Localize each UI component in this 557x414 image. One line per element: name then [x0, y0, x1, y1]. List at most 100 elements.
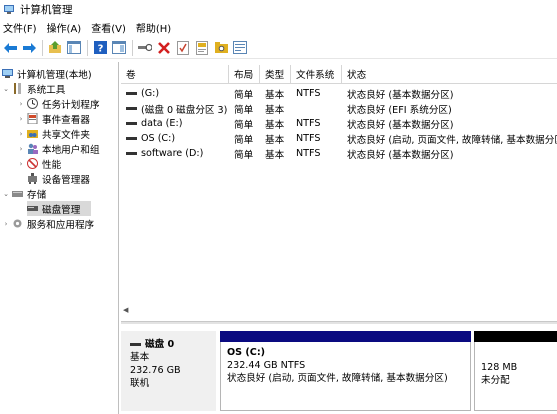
- delete-icon: [158, 41, 170, 54]
- tree-item-local-users[interactable]: › 本地用户和组: [17, 141, 100, 156]
- chevron-right-icon[interactable]: ›: [2, 220, 10, 228]
- help-icon: ?: [93, 41, 107, 55]
- volume-type: 基本: [265, 119, 285, 131]
- svg-text:?: ?: [97, 44, 103, 55]
- shared-folders-icon: [27, 128, 38, 139]
- chevron-right-icon[interactable]: ›: [17, 145, 25, 153]
- column-header-type[interactable]: 类型: [260, 65, 291, 83]
- tree-item-system-tools[interactable]: ⌄ 系统工具: [2, 81, 65, 96]
- volume-name: (G:): [141, 88, 160, 99]
- partition-name: OS (C:): [227, 347, 266, 358]
- volume-name: software (D:): [141, 148, 204, 159]
- volume-status: 状态良好 (启动, 页面文件, 故障转储, 基本数据分区): [347, 134, 557, 146]
- volume-icon: [126, 92, 137, 95]
- tree-item-computer-management[interactable]: 计算机管理(本地): [2, 66, 92, 81]
- connect-icon: [138, 43, 152, 51]
- chevron-right-icon[interactable]: ›: [17, 130, 25, 138]
- menu-bar: 文件(F) 操作(A) 查看(V) 帮助(H): [0, 19, 557, 36]
- column-header-filesystem[interactable]: 文件系统: [291, 65, 342, 83]
- volume-filesystem: NTFS: [296, 118, 321, 129]
- volume-row[interactable]: software (D:) 简单 基本 NTFS 状态良好 (基本数据分区): [121, 146, 557, 161]
- toolbar-separator: [132, 39, 133, 56]
- show-hide-tree-button[interactable]: [66, 40, 82, 56]
- volume-status: 状态良好 (基本数据分区): [347, 149, 454, 161]
- volume-icon: [126, 122, 137, 125]
- menu-help[interactable]: 帮助(H): [131, 20, 176, 35]
- partition-unallocated[interactable]: 128 MB 未分配: [474, 331, 557, 411]
- tree-item-device-manager[interactable]: 设备管理器: [27, 171, 90, 186]
- disk-0-info[interactable]: 磁盘 0 基本 232.76 GB 联机: [121, 331, 216, 411]
- forward-button[interactable]: [21, 40, 37, 56]
- back-button[interactable]: [2, 40, 18, 56]
- disk-graphical-view: 磁盘 0 基本 232.76 GB 联机 OS (C:) 232.44 GB N…: [121, 326, 557, 414]
- volume-icon: [126, 107, 137, 110]
- volume-layout: 简单: [234, 149, 254, 161]
- tree-item-label: 本地用户和组: [42, 144, 100, 156]
- tree-item-label: 性能: [42, 159, 62, 171]
- delete-button[interactable]: [156, 40, 172, 56]
- scroll-left-icon[interactable]: ◀: [121, 306, 128, 314]
- volume-row[interactable]: data (E:) 简单 基本 NTFS 状态良好 (基本数据分区): [121, 116, 557, 131]
- checklist-icon: [177, 40, 189, 55]
- checklist-button[interactable]: [175, 40, 191, 56]
- partition-os-c[interactable]: OS (C:) 232.44 GB NTFS 状态良好 (启动, 页面文件, 故…: [220, 331, 471, 411]
- horizontal-scrollbar[interactable]: ◀: [121, 304, 557, 315]
- partition-band: [474, 331, 557, 342]
- chevron-right-icon[interactable]: ›: [17, 115, 25, 123]
- tree-item-event-viewer[interactable]: › 事件查看器: [17, 111, 90, 126]
- volume-filesystem: NTFS: [296, 148, 321, 159]
- device-manager-icon: [27, 173, 38, 184]
- chevron-right-icon[interactable]: ›: [17, 100, 25, 108]
- services-icon: [12, 218, 23, 229]
- console-tree-icon: [67, 41, 81, 54]
- volume-icon: [126, 137, 137, 140]
- column-header-status[interactable]: 状态: [342, 65, 557, 83]
- task-scheduler-icon: [27, 98, 38, 109]
- pane-splitter[interactable]: [121, 321, 557, 324]
- tree-item-task-scheduler[interactable]: › 任务计划程序: [17, 96, 100, 111]
- volume-status: 状态良好 (EFI 系统分区): [347, 104, 452, 116]
- title-bar: 计算机管理: [0, 0, 557, 18]
- properties-button[interactable]: [232, 40, 248, 56]
- connect-button[interactable]: [137, 40, 153, 56]
- performance-icon: [27, 158, 38, 169]
- disk-type: 基本: [130, 352, 150, 363]
- tree-item-label: 磁盘管理: [42, 204, 81, 216]
- column-header-layout[interactable]: 布局: [229, 65, 260, 83]
- tree-item-services-applications[interactable]: › 服务和应用程序: [2, 216, 94, 231]
- menu-view[interactable]: 查看(V): [86, 20, 131, 35]
- chevron-down-icon[interactable]: ⌄: [2, 85, 10, 93]
- tree-item-label: 服务和应用程序: [27, 219, 95, 231]
- tree-item-performance[interactable]: › 性能: [17, 156, 61, 171]
- folder-search-button[interactable]: [213, 40, 229, 56]
- chevron-right-icon[interactable]: ›: [17, 160, 25, 168]
- document-button[interactable]: [194, 40, 210, 56]
- partition-status: 状态良好 (启动, 页面文件, 故障转储, 基本数据分区): [227, 373, 448, 384]
- column-header-volume[interactable]: 卷: [121, 65, 229, 83]
- volume-layout: 简单: [234, 89, 254, 101]
- tree-item-label: 存储: [27, 189, 47, 201]
- computer-management-app-icon: [3, 3, 15, 15]
- view-icon: [112, 41, 126, 54]
- up-level-button[interactable]: [47, 40, 63, 56]
- tree-item-storage[interactable]: ⌄ 存储: [2, 186, 46, 201]
- tree-item-disk-management[interactable]: 磁盘管理: [27, 201, 91, 216]
- tree-item-label: 计算机管理(本地): [17, 69, 92, 81]
- tree-item-shared-folders[interactable]: › 共享文件夹: [17, 126, 90, 141]
- volume-row[interactable]: (磁盘 0 磁盘分区 3) 简单 基本 状态良好 (EFI 系统分区): [121, 101, 557, 116]
- view-button[interactable]: [111, 40, 127, 56]
- partition-size: 232.44 GB NTFS: [227, 360, 306, 371]
- menu-action[interactable]: 操作(A): [42, 20, 87, 35]
- disk-size: 232.76 GB: [130, 365, 181, 376]
- menu-file[interactable]: 文件(F): [0, 20, 42, 35]
- window-title: 计算机管理: [20, 3, 73, 16]
- chevron-down-icon[interactable]: ⌄: [2, 190, 10, 198]
- partition-status: 未分配: [481, 375, 510, 386]
- tree-item-label: 系统工具: [27, 84, 66, 96]
- forward-arrow-icon: [22, 42, 36, 53]
- volume-icon: [126, 152, 137, 155]
- tree-item-label: 任务计划程序: [42, 99, 100, 111]
- help-button[interactable]: ?: [92, 40, 108, 56]
- volume-row[interactable]: (G:) 简单 基本 NTFS 状态良好 (基本数据分区): [121, 86, 557, 101]
- volume-row[interactable]: OS (C:) 简单 基本 NTFS 状态良好 (启动, 页面文件, 故障转储,…: [121, 131, 557, 146]
